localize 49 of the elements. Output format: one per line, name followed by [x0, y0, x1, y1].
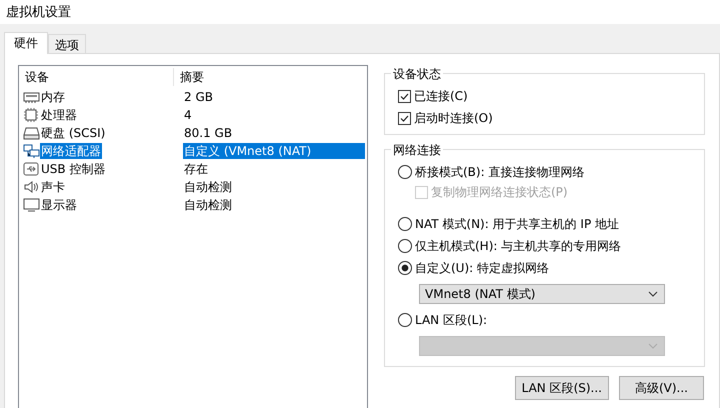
- chevron-down-icon: [648, 343, 658, 349]
- device-name[interactable]: 内存: [40, 89, 66, 105]
- checkbox-label: 已连接(C): [414, 88, 468, 104]
- device-name[interactable]: 声卡: [40, 179, 66, 195]
- tab[interactable]: 选项: [48, 34, 86, 53]
- device-summary: 4: [183, 107, 192, 123]
- hard-disk-icon: [23, 126, 40, 140]
- device-name[interactable]: USB 控制器: [40, 161, 106, 177]
- device-summary: 自定义 (VMnet8 (NAT): [183, 143, 365, 159]
- speaker-icon: [23, 180, 40, 194]
- dropdown[interactable]: VMnet8 (NAT 模式): [419, 284, 665, 304]
- device-summary: 80.1 GB: [183, 125, 232, 141]
- radio-button[interactable]: [398, 239, 412, 253]
- monitor-icon: [23, 198, 40, 212]
- column-header: 摘要: [179, 69, 204, 86]
- device-name[interactable]: 显示器: [40, 197, 78, 213]
- column-header: 设备: [19, 68, 174, 86]
- radio-label: LAN 区段(L):: [415, 312, 488, 328]
- network-icon: [23, 144, 40, 158]
- device-name[interactable]: 网络适配器: [40, 143, 102, 159]
- window-title: 虚拟机设置: [6, 4, 71, 21]
- chevron-down-icon: [648, 291, 658, 297]
- checkbox[interactable]: [398, 112, 411, 124]
- button[interactable]: LAN 区段(S)...: [514, 376, 609, 400]
- checkbox-label: 启动时连接(O): [414, 110, 493, 126]
- radio-label: NAT 模式(N): 用于共享主机的 IP 地址: [415, 216, 619, 232]
- button[interactable]: 高级(V)...: [619, 376, 704, 400]
- memory-icon: [23, 90, 40, 104]
- radio-label: 桥接模式(B): 直接连接物理网络: [415, 164, 584, 180]
- radio-button[interactable]: [398, 165, 412, 179]
- device-summary: 自动检测: [183, 197, 232, 213]
- radio-button[interactable]: [398, 313, 412, 327]
- device-summary: 自动检测: [183, 179, 232, 195]
- device-summary: 存在: [183, 161, 208, 177]
- checkbox[interactable]: [398, 90, 411, 102]
- device-list[interactable]: 设备 摘要 内存 2 GB 处理器 4 硬盘 (SCSI) 80.1 GB 网络适配器 自定义 (VMnet8 (NAT) USB 控制器 存在 声卡 自动检测 显示器 自动检测: [18, 65, 368, 408]
- radio-button[interactable]: [398, 261, 412, 275]
- chip-icon: [23, 108, 40, 122]
- usb-icon: [23, 162, 40, 176]
- tab[interactable]: 硬件: [4, 32, 48, 54]
- device-name[interactable]: 处理器: [40, 107, 78, 123]
- radio-label: 自定义(U): 特定虚拟网络: [415, 260, 550, 276]
- group-title: 设备状态: [391, 66, 443, 83]
- device-summary: 2 GB: [183, 89, 213, 105]
- group-title: 网络连接: [391, 142, 443, 159]
- device-name[interactable]: 硬盘 (SCSI): [40, 125, 106, 141]
- radio-label: 仅主机模式(H): 与主机共享的专用网络: [415, 238, 622, 254]
- radio-button[interactable]: [398, 217, 412, 231]
- checkbox-label: 复制物理网络连接状态(P): [431, 184, 568, 200]
